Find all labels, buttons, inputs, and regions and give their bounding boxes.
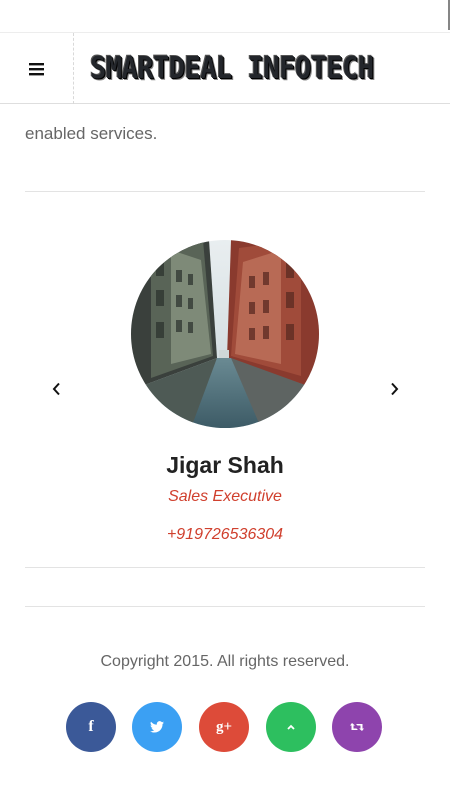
retweet-icon (350, 723, 364, 731)
scroll-top-button[interactable] (266, 702, 316, 752)
team-member-title: Sales Executive (168, 488, 282, 505)
section-divider (25, 191, 425, 192)
menu-button[interactable] (0, 33, 74, 104)
brand-logo[interactable]: SMARTDEAL INFOTECH (90, 49, 374, 89)
carousel-prev-button[interactable] (46, 378, 68, 400)
facebook-icon: f (88, 718, 94, 735)
google-plus-icon: g+ (215, 718, 233, 735)
intro-text: enabled services. (25, 124, 158, 143)
chevron-up-icon (287, 724, 295, 730)
team-member-photo (131, 240, 319, 428)
team-member-phone[interactable]: +919726536304 (0, 526, 450, 544)
footer-divider (25, 606, 425, 607)
google-plus-button[interactable]: g+ (199, 702, 249, 752)
retweet-button[interactable] (332, 702, 382, 752)
chevron-left-icon (52, 382, 60, 396)
carousel-next-button[interactable] (383, 378, 405, 400)
status-bar (0, 0, 450, 32)
facebook-button[interactable]: f (66, 702, 116, 752)
section-divider (25, 567, 425, 568)
hamburger-menu-icon (28, 62, 44, 75)
twitter-button[interactable] (132, 702, 182, 752)
twitter-icon (150, 721, 164, 733)
site-header: SMARTDEAL INFOTECH (0, 32, 450, 104)
chevron-right-icon (391, 382, 399, 396)
team-member-name: Jigar Shah (166, 452, 284, 478)
copyright-text: Copyright 2015. All rights reserved. (100, 653, 350, 670)
team-carousel: Jigar Shah Sales Executive +919726536304 (0, 194, 450, 568)
